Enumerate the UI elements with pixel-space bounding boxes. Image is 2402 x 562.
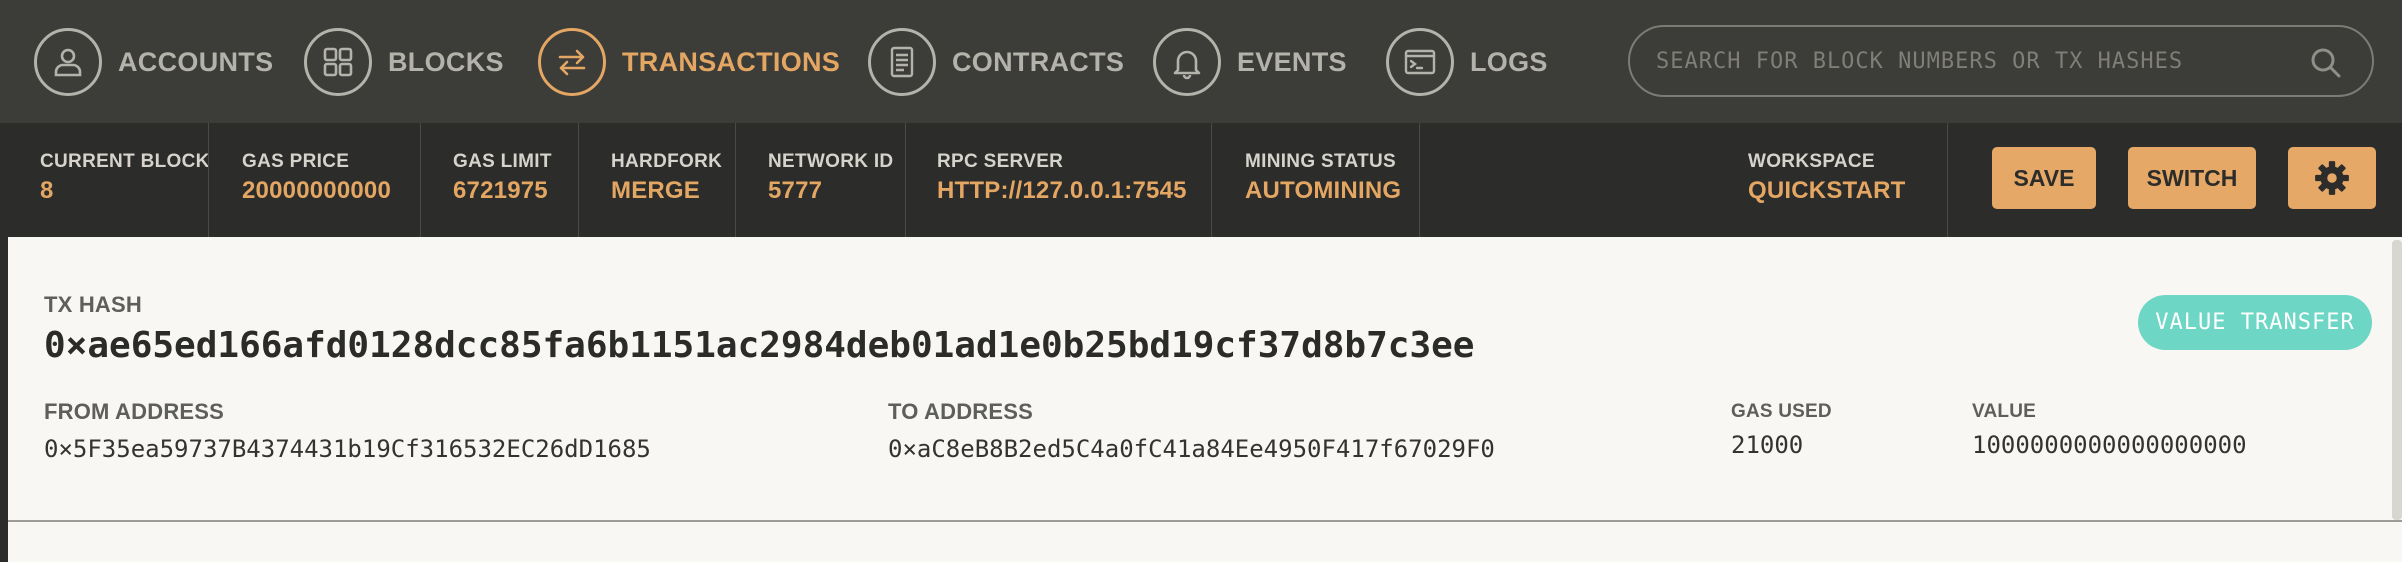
network-id-label: NETWORK ID xyxy=(768,151,894,172)
nav-transactions-label: TRANSACTIONS xyxy=(622,46,841,77)
rpc-server-label: RPC SERVER xyxy=(937,151,1064,172)
workspace-value: QUICKSTART xyxy=(1748,177,1906,204)
hardfork-value: MERGE xyxy=(611,177,701,204)
nav-events-label: EVENTS xyxy=(1237,46,1347,77)
tx-hash-label: TX HASH xyxy=(44,292,142,317)
nav-events[interactable]: EVENTS xyxy=(1153,26,1347,98)
divider xyxy=(735,123,736,237)
to-address-label: TO ADDRESS xyxy=(888,399,1034,424)
nav-logs-label: LOGS xyxy=(1470,46,1548,77)
nav-contracts-label: CONTRACTS xyxy=(952,46,1125,77)
current-block-label: CURRENT BLOCK xyxy=(40,151,210,172)
divider xyxy=(905,123,906,237)
document-icon xyxy=(868,28,936,96)
top-nav: ACCOUNTS BLOCKS TRANSACTIONS CONTRACTS E… xyxy=(0,0,2402,123)
tx-hash-value: 0×ae65ed166afd0128dcc85fa6b1151ac2984deb… xyxy=(44,325,1475,366)
nav-accounts-label: ACCOUNTS xyxy=(118,46,274,77)
divider xyxy=(208,123,209,237)
person-icon xyxy=(34,28,102,96)
rpc-server-value: HTTP://127.0.0.1:7545 xyxy=(937,177,1187,204)
gas-used-value: 21000 xyxy=(1731,431,1804,459)
search-icon[interactable] xyxy=(2308,45,2344,81)
left-edge xyxy=(0,237,8,562)
grid-icon xyxy=(304,28,372,96)
nav-contracts[interactable]: CONTRACTS xyxy=(868,26,1124,98)
nav-logs[interactable]: LOGS xyxy=(1386,26,1548,98)
transaction-detail xyxy=(8,237,2402,562)
scrollbar[interactable] xyxy=(2392,240,2402,520)
to-address-value: 0×aC8eB8B2ed5C4a0fC41a84Ee4950F417f67029… xyxy=(888,435,1495,463)
settings-button[interactable] xyxy=(2288,147,2376,209)
workspace: WORKSPACE QUICKSTART xyxy=(1748,151,1906,205)
search-box xyxy=(1628,25,2374,97)
divider xyxy=(1947,123,1948,237)
divider xyxy=(1211,123,1212,237)
status-bar: CURRENT BLOCK 8 GAS PRICE 20000000000 GA… xyxy=(0,123,2402,237)
current-block-value: 8 xyxy=(40,177,54,204)
section-divider xyxy=(8,520,2402,522)
mining-status: MINING STATUS AUTOMINING xyxy=(1245,151,1401,205)
gear-icon xyxy=(2315,161,2349,195)
bell-icon xyxy=(1153,28,1221,96)
switch-button[interactable]: SWITCH xyxy=(2128,147,2256,209)
value-amount: 1000000000000000000 xyxy=(1972,431,2247,459)
rpc-server: RPC SERVER HTTP://127.0.0.1:7545 xyxy=(937,151,1187,205)
mining-status-value: AUTOMINING xyxy=(1245,177,1402,204)
mining-status-label: MINING STATUS xyxy=(1245,151,1396,172)
gas-used-label: GAS USED xyxy=(1731,401,1832,422)
from-address-label: FROM ADDRESS xyxy=(44,399,225,424)
network-id-value: 5777 xyxy=(768,177,823,204)
hardfork: HARDFORK MERGE xyxy=(611,151,722,205)
save-button[interactable]: SAVE xyxy=(1992,147,2096,209)
nav-accounts[interactable]: ACCOUNTS xyxy=(34,26,273,98)
terminal-icon xyxy=(1386,28,1454,96)
divider xyxy=(420,123,421,237)
gas-limit-label: GAS LIMIT xyxy=(453,151,552,172)
network-id: NETWORK ID 5777 xyxy=(768,151,893,205)
gas-price: GAS PRICE 20000000000 xyxy=(242,151,391,205)
gas-price-value: 20000000000 xyxy=(242,177,392,204)
nav-blocks-label: BLOCKS xyxy=(388,46,504,77)
gas-limit-value: 6721975 xyxy=(453,177,548,204)
search-input[interactable] xyxy=(1654,40,2298,82)
divider xyxy=(578,123,579,237)
current-block: CURRENT BLOCK 8 xyxy=(40,151,210,205)
nav-transactions[interactable]: TRANSACTIONS xyxy=(538,26,840,98)
nav-blocks[interactable]: BLOCKS xyxy=(304,26,504,98)
tx-type-badge: VALUE TRANSFER xyxy=(2138,295,2372,350)
gas-limit: GAS LIMIT 6721975 xyxy=(453,151,552,205)
swap-arrows-icon xyxy=(538,28,606,96)
hardfork-label: HARDFORK xyxy=(611,151,723,172)
value-label: VALUE xyxy=(1972,401,2036,422)
gas-price-label: GAS PRICE xyxy=(242,151,350,172)
workspace-label: WORKSPACE xyxy=(1748,151,1875,172)
from-address-value: 0×5F35ea59737B4374431b19Cf316532EC26dD16… xyxy=(44,435,651,463)
divider xyxy=(1419,123,1420,237)
